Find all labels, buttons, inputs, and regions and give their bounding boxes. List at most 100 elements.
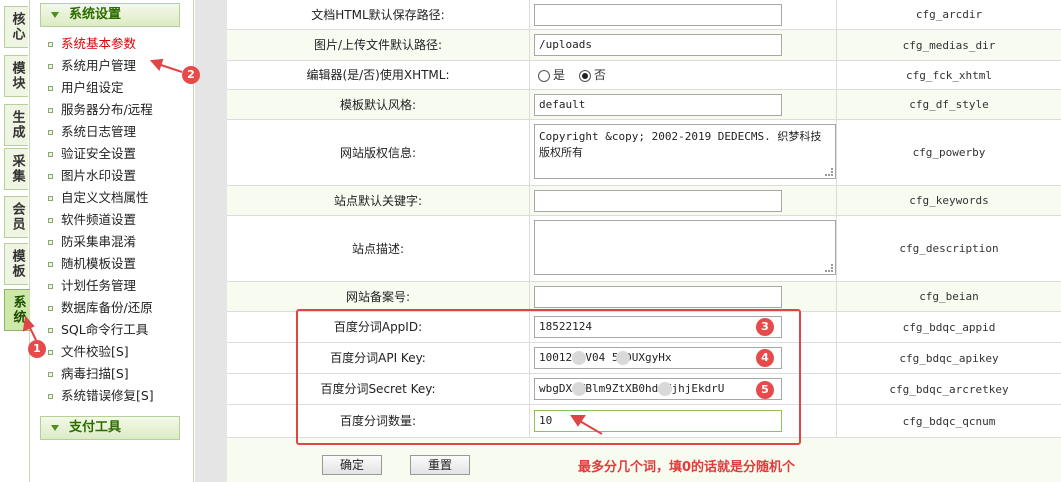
bullet-icon [48, 394, 53, 399]
menu-item-custom-attrs[interactable]: 自定义文档属性 [40, 187, 190, 209]
powerby-textarea[interactable]: Copyright &copy; 2002-2019 DEDECMS. 织梦科技… [534, 124, 836, 179]
menu-item-label: 软件频道设置 [61, 212, 137, 227]
bullet-icon [48, 86, 53, 91]
menu-item-label: 系统用户管理 [61, 58, 137, 73]
radio-no[interactable] [578, 69, 591, 82]
table-row: 图片/上传文件默认路径: /uploads cfg_medias_dir [227, 30, 1061, 61]
menu-item-label: 文件校验[S] [61, 344, 129, 359]
tab-system[interactable]: 系统 [4, 289, 30, 331]
bullet-icon [48, 64, 53, 69]
menu-item-soft-channel[interactable]: 软件频道设置 [40, 209, 190, 231]
bullet-icon [48, 130, 53, 135]
bullet-icon [48, 174, 53, 179]
row-input-cell: 是 否 [529, 61, 837, 90]
textarea-value: Copyright &copy; 2002-2019 DEDECMS. 织梦科技… [539, 130, 822, 159]
menu-item-label: 系统错误修复[S] [61, 388, 154, 403]
row-input-cell: /uploads [529, 30, 837, 61]
annotation-badge-5: 5 [756, 381, 774, 399]
menu-item-virus-scan[interactable]: 病毒扫描[S] [40, 363, 190, 385]
ok-button[interactable]: 确定 [322, 455, 382, 475]
resize-grip-icon[interactable] [825, 168, 833, 176]
row-input-cell [529, 216, 837, 282]
tab-collect[interactable]: 采集 [4, 148, 28, 190]
annotation-hint: 最多分几个词，填0的话就是分随机个 [578, 460, 796, 475]
radio-yes[interactable] [538, 69, 550, 82]
row-input-cell [529, 186, 837, 216]
menu-item-sql[interactable]: SQL命令行工具 [40, 319, 190, 341]
table-row: 文档HTML默认保存路径: cfg_arcdir [227, 0, 1061, 30]
menu-item-label: 服务器分布/远程 [61, 102, 153, 117]
menu-item-users[interactable]: 系统用户管理 [40, 55, 190, 77]
menu-item-label: 病毒扫描[S] [61, 366, 129, 381]
row-label: 网站备案号: [345, 290, 411, 304]
resize-grip-icon[interactable] [825, 264, 833, 272]
menu-item-watermark[interactable]: 图片水印设置 [40, 165, 190, 187]
radio-yes-label: 是 [553, 68, 566, 82]
row-variable: cfg_fck_xhtml [905, 69, 993, 82]
tab-core[interactable]: 核心 [4, 6, 28, 48]
menu-item-label: 自定义文档属性 [61, 190, 149, 205]
menu-item-file-check[interactable]: 文件校验[S] [40, 341, 190, 363]
beian-input[interactable] [534, 286, 782, 308]
medias-dir-input[interactable]: /uploads [534, 34, 782, 56]
menu-item-label: 用户组设定 [61, 80, 124, 95]
row-label: 模板默认风格: [339, 98, 417, 112]
menu-item-tasks[interactable]: 计划任务管理 [40, 275, 190, 297]
row-label: 图片/上传文件默认路径: [313, 38, 443, 52]
menu-item-label: SQL命令行工具 [61, 322, 149, 337]
row-variable: cfg_bdqc_arcretkey [889, 383, 1009, 396]
description-textarea[interactable] [534, 220, 836, 275]
row-label: 站点描述: [351, 242, 405, 256]
row-label: 站点默认关键字: [333, 194, 423, 208]
annotation-highlight-box [296, 309, 801, 445]
bullet-icon [48, 218, 53, 223]
menu-item-backup[interactable]: 数据库备份/还原 [40, 297, 190, 319]
tab-members[interactable]: 会员 [4, 196, 28, 238]
row-variable: cfg_powerby [912, 146, 986, 159]
menu-item-anti-collect[interactable]: 防采集串混淆 [40, 231, 190, 253]
menu-item-security[interactable]: 验证安全设置 [40, 143, 190, 165]
row-variable: cfg_beian [919, 290, 979, 303]
menu-item-random-template[interactable]: 随机模板设置 [40, 253, 190, 275]
table-row: 模板默认风格: default cfg_df_style [227, 90, 1061, 120]
menu-item-label: 计划任务管理 [61, 278, 137, 293]
bullet-icon [48, 196, 53, 201]
row-variable: cfg_bdqc_apikey [899, 352, 999, 365]
menu-item-basic-params[interactable]: 系统基本参数 [40, 33, 190, 55]
annotation-badge-2: 2 [182, 66, 200, 84]
section-title: 系统设置 [69, 7, 122, 22]
keywords-input[interactable] [534, 190, 782, 212]
df-style-input[interactable]: default [534, 94, 782, 116]
bullet-icon [48, 284, 53, 289]
chevron-down-icon [51, 11, 59, 18]
row-input-cell [529, 282, 837, 312]
table-row: 站点默认关键字: cfg_keywords [227, 186, 1061, 216]
bullet-icon [48, 42, 53, 47]
section-header-payment-tools[interactable]: 支付工具 [40, 416, 180, 440]
side-menu: 系统设置 系统基本参数 系统用户管理 用户组设定 服务器分布/远程 系统日志管理… [32, 0, 194, 482]
table-row: 站点描述: cfg_description [227, 216, 1061, 282]
chevron-down-icon [51, 424, 59, 431]
bullet-icon [48, 262, 53, 267]
annotation-badge-3: 3 [756, 318, 774, 336]
menu-item-label: 数据库备份/还原 [61, 300, 153, 315]
menu-item-groups[interactable]: 用户组设定 [40, 77, 190, 99]
bullet-icon [48, 108, 53, 113]
annotation-badge-4: 4 [756, 349, 774, 367]
menu-item-servers[interactable]: 服务器分布/远程 [40, 99, 190, 121]
bullet-icon [48, 350, 53, 355]
tab-modules[interactable]: 模块 [4, 55, 28, 97]
reset-button[interactable]: 重置 [410, 455, 470, 475]
menu-item-label: 系统日志管理 [61, 124, 137, 139]
section-header-system-settings[interactable]: 系统设置 [40, 3, 180, 27]
menu-item-label: 系统基本参数 [61, 36, 137, 51]
table-row: 网站版权信息: Copyright &copy; 2002-2019 DEDEC… [227, 120, 1061, 186]
arcdir-input[interactable] [534, 4, 782, 26]
tab-generate[interactable]: 生成 [4, 104, 28, 146]
menu-item-error-repair[interactable]: 系统错误修复[S] [40, 385, 190, 407]
radio-no-label: 否 [593, 68, 606, 82]
menu-item-logs[interactable]: 系统日志管理 [40, 121, 190, 143]
row-label: 编辑器(是/否)使用XHTML: [306, 68, 450, 82]
row-variable: cfg_description [899, 242, 999, 255]
tab-templates[interactable]: 模板 [4, 243, 28, 285]
